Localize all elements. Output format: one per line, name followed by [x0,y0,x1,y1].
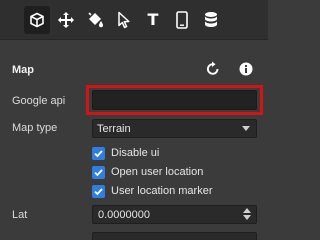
data-tool-button[interactable] [198,6,224,34]
text-tool-button[interactable]: T [140,6,166,34]
info-icon [239,62,253,76]
lat-value: 0.0000000 [98,209,150,221]
spinner-arrows-icon[interactable] [243,208,251,221]
google-api-input[interactable] [92,90,257,110]
toolbar: T [0,0,268,40]
cursor-pointer-icon [118,11,130,29]
spin-down-icon[interactable] [243,215,251,220]
checkbox-label: Open user location [111,166,204,178]
text-tool-icon: T [147,10,159,29]
spin-up-icon[interactable] [243,208,251,213]
next-field-input-partial[interactable] [92,232,257,240]
cube-tool-button[interactable] [24,6,50,34]
next-field-label-partial [12,234,52,240]
chevron-down-icon [242,126,250,131]
database-icon [205,12,217,27]
map-type-label: Map type [12,122,58,134]
google-api-label: Google api [12,95,66,107]
device-tool-button[interactable] [169,6,195,34]
phone-device-icon [176,11,188,29]
checkbox-disable-ui[interactable]: Disable ui [92,146,159,160]
reset-button[interactable] [204,60,222,78]
checkbox-checked-icon[interactable] [92,146,105,160]
refresh-icon [207,61,219,75]
info-button[interactable] [237,60,255,78]
map-properties-panel: T Map Google api Map type Terrain Disabl… [0,0,268,240]
map-type-value: Terrain [97,123,131,135]
checkbox-user-location-marker[interactable]: User location marker [92,184,212,198]
select-tool-button[interactable] [111,6,137,34]
move-arrows-icon [58,12,74,28]
checkbox-open-user-location[interactable]: Open user location [92,165,203,179]
checkbox-checked-icon[interactable] [92,184,105,198]
move-tool-button[interactable] [53,6,79,34]
map-type-select[interactable]: Terrain [92,119,257,138]
lat-label: Lat [12,209,28,221]
section-title: Map [12,64,34,76]
checkbox-checked-icon[interactable] [92,165,105,179]
checkbox-label: Disable ui [111,147,160,159]
cube-icon [30,12,44,28]
paint-bucket-icon [88,12,103,28]
checkbox-label: User location marker [111,185,213,197]
lat-input[interactable]: 0.0000000 [92,205,257,224]
fill-tool-button[interactable] [82,6,108,34]
